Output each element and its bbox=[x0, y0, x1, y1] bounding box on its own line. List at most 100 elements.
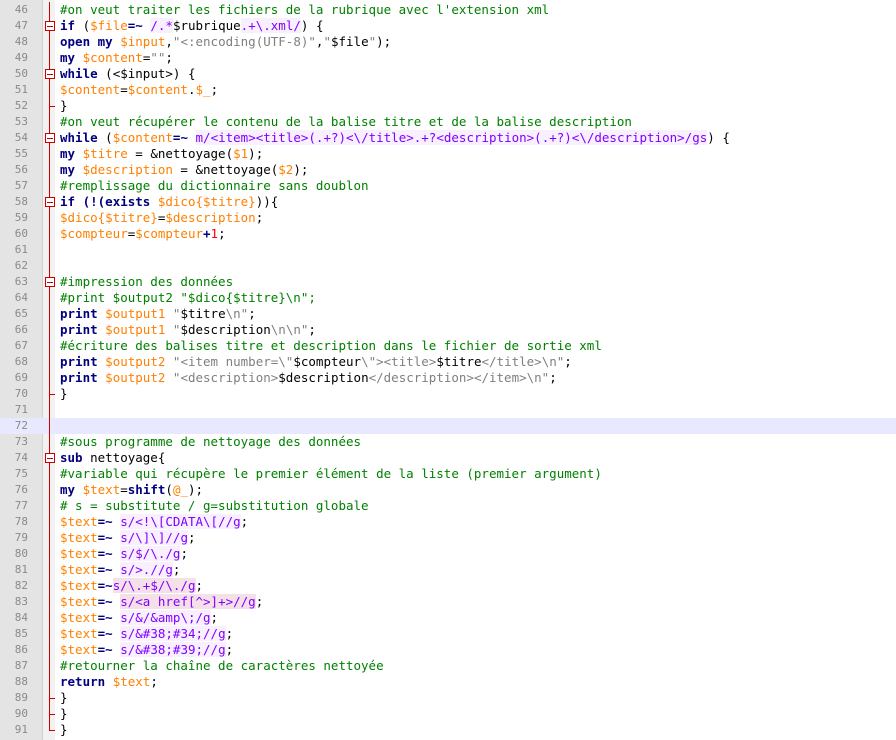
code-line[interactable]: 64 #print $output2 "$dico{$titre}\n"; bbox=[0, 290, 896, 306]
code-text[interactable]: $text=~ s/$/\./g; bbox=[60, 546, 188, 562]
code-text[interactable]: print $output2 "<description>$descriptio… bbox=[60, 370, 557, 386]
code-line[interactable]: 67 #écriture des balises titre et descrip… bbox=[0, 338, 896, 354]
code-line[interactable]: 55 my $titre = &nettoyage($1); bbox=[0, 146, 896, 162]
code-text[interactable]: $text=~ s/>.//g; bbox=[60, 562, 180, 578]
code-text[interactable]: my $text=shift(@_); bbox=[60, 482, 203, 498]
code-line[interactable]: 89} bbox=[0, 690, 896, 706]
code-text[interactable]: $content=$content.$_; bbox=[60, 82, 218, 98]
code-text[interactable]: } bbox=[60, 722, 68, 738]
code-text[interactable]: my $description = &nettoyage($2); bbox=[60, 162, 308, 178]
code-text[interactable]: $compteur=$compteur+1; bbox=[60, 226, 226, 242]
code-text[interactable]: if (!(exists $dico{$titre})){ bbox=[60, 194, 278, 210]
fold-toggle-icon[interactable] bbox=[45, 450, 56, 466]
code-line[interactable]: 58 if (!(exists $dico{$titre})){ bbox=[0, 194, 896, 210]
code-token: ) { bbox=[707, 130, 730, 145]
code-text[interactable]: #remplissage du dictionnaire sans doublo… bbox=[60, 178, 369, 194]
code-text[interactable]: $text=~ s/\]\]//g; bbox=[60, 530, 196, 546]
code-line[interactable]: 75 #variable qui récupère le premier élém… bbox=[0, 466, 896, 482]
code-text[interactable]: return $text; bbox=[60, 674, 158, 690]
code-line[interactable]: 78 $text=~ s/<!\[CDATA\[//g; bbox=[0, 514, 896, 530]
code-line[interactable]: 65 print $output1 "$titre\n"; bbox=[0, 306, 896, 322]
code-token: $input bbox=[120, 34, 166, 49]
code-line[interactable]: 52} bbox=[0, 98, 896, 114]
code-text[interactable]: #retourner la chaîne de caractères netto… bbox=[60, 658, 384, 674]
code-line[interactable]: 83 $text=~ s/<a href[^>]+>//g; bbox=[0, 594, 896, 610]
code-text[interactable]: if ($file=~ /.*$rubrique.+\.xml/) { bbox=[60, 18, 323, 34]
code-text[interactable]: print $output1 "$titre\n"; bbox=[60, 306, 256, 322]
code-line[interactable]: 59 $dico{$titre}=$description; bbox=[0, 210, 896, 226]
code-line[interactable]: 70} bbox=[0, 386, 896, 402]
code-line[interactable]: 90} bbox=[0, 706, 896, 722]
code-line[interactable]: 85 $text=~ s/&#38;#34;//g; bbox=[0, 626, 896, 642]
code-line[interactable]: 48 open my $input,"<:encoding(UTF-8)","$f… bbox=[0, 34, 896, 50]
code-text[interactable]: while ($content=~ m/<item><title>(.+?)<\… bbox=[60, 130, 730, 146]
code-line[interactable]: 88 return $text; bbox=[0, 674, 896, 690]
fold-toggle-icon[interactable] bbox=[45, 66, 56, 82]
code-text[interactable]: #sous programme de nettoyage des données bbox=[60, 434, 361, 450]
fold-toggle-icon[interactable] bbox=[45, 274, 56, 290]
code-line[interactable]: 63 #impression des données bbox=[0, 274, 896, 290]
code-line[interactable]: 84 $text=~ s/&/&amp\;/g; bbox=[0, 610, 896, 626]
code-line[interactable]: 69 print $output2 "<description>$descript… bbox=[0, 370, 896, 386]
code-line[interactable]: 74 sub nettoyage{ bbox=[0, 450, 896, 466]
code-line[interactable]: 51 $content=$content.$_; bbox=[0, 82, 896, 98]
code-line[interactable]: 60 $compteur=$compteur+1; bbox=[0, 226, 896, 242]
fold-toggle-icon[interactable] bbox=[45, 130, 56, 146]
code-text[interactable]: while (<$input>) { bbox=[60, 66, 195, 82]
code-text[interactable]: #on veut traiter les fichiers de la rubr… bbox=[60, 2, 549, 18]
code-text[interactable]: $text=~ s/&#38;#34;//g; bbox=[60, 626, 233, 642]
code-editor[interactable]: 46 #on veut traiter les fichiers de la ru… bbox=[0, 0, 896, 740]
code-line[interactable]: 54 while ($content=~ m/<item><title>(.+?)… bbox=[0, 130, 896, 146]
code-token: =~ bbox=[127, 18, 143, 33]
code-text[interactable]: # s = substitute / g=substitution global… bbox=[60, 498, 369, 514]
code-text[interactable]: #print $output2 "$dico{$titre}\n"; bbox=[60, 290, 316, 306]
code-line[interactable]: 68 print $output2 "<item number=\"$compte… bbox=[0, 354, 896, 370]
fold-toggle-icon[interactable] bbox=[45, 194, 56, 210]
code-line[interactable]: 87 #retourner la chaîne de caractères net… bbox=[0, 658, 896, 674]
code-text[interactable]: my $titre = &nettoyage($1); bbox=[60, 146, 263, 162]
code-line[interactable]: 57 #remplissage du dictionnaire sans doub… bbox=[0, 178, 896, 194]
code-line[interactable]: 81 $text=~ s/>.//g; bbox=[0, 562, 896, 578]
code-line[interactable]: 47 if ($file=~ /.*$rubrique.+\.xml/) { bbox=[0, 18, 896, 34]
fold-toggle-icon[interactable] bbox=[45, 18, 56, 34]
code-line[interactable]: 72 bbox=[0, 418, 896, 434]
code-text[interactable]: #impression des données bbox=[60, 274, 233, 290]
code-text[interactable]: #on veut récupérer le contenu de la bali… bbox=[60, 114, 632, 130]
code-text[interactable]: print $output2 "<item number=\"$compteur… bbox=[60, 354, 572, 370]
code-line[interactable]: 56 my $description = &nettoyage($2); bbox=[0, 162, 896, 178]
code-line[interactable]: 62 bbox=[0, 258, 896, 274]
code-text[interactable]: $text=~ s/<!\[CDATA\[//g; bbox=[60, 514, 248, 530]
code-line[interactable]: 66 print $output1 "$description\n\n"; bbox=[0, 322, 896, 338]
code-text[interactable]: my $content=""; bbox=[60, 50, 173, 66]
code-line[interactable]: 80 $text=~ s/$/\./g; bbox=[0, 546, 896, 562]
code-text[interactable]: open my $input,"<:encoding(UTF-8)","$fil… bbox=[60, 34, 391, 50]
code-line[interactable]: 82 $text=~s/\.+$/\./g; bbox=[0, 578, 896, 594]
code-line[interactable]: 71 bbox=[0, 402, 896, 418]
code-text[interactable]: print $output1 "$description\n\n"; bbox=[60, 322, 316, 338]
code-text[interactable]: sub nettoyage{ bbox=[60, 450, 165, 466]
code-text[interactable]: #écriture des balises titre et descripti… bbox=[60, 338, 602, 354]
code-text[interactable]: } bbox=[60, 386, 68, 402]
code-text[interactable]: } bbox=[60, 690, 68, 706]
code-line[interactable]: 73 #sous programme de nettoyage des donné… bbox=[0, 434, 896, 450]
code-line[interactable]: 76 my $text=shift(@_); bbox=[0, 482, 896, 498]
code-line[interactable]: 53 #on veut récupérer le contenu de la ba… bbox=[0, 114, 896, 130]
code-line[interactable]: 86 $text=~ s/&#38;#39;//g; bbox=[0, 642, 896, 658]
code-line[interactable]: 61 bbox=[0, 242, 896, 258]
code-text[interactable]: $dico{$titre}=$description; bbox=[60, 210, 263, 226]
code-token: $description bbox=[165, 210, 256, 225]
code-line[interactable]: 77 # s = substitute / g=substitution glob… bbox=[0, 498, 896, 514]
code-line[interactable]: 91} bbox=[0, 722, 896, 738]
code-line[interactable]: 79 $text=~ s/\]\]//g; bbox=[0, 530, 896, 546]
code-text[interactable]: $text=~s/\.+$/\./g; bbox=[60, 578, 203, 594]
code-line[interactable]: 50 while (<$input>) { bbox=[0, 66, 896, 82]
code-text[interactable]: } bbox=[60, 706, 68, 722]
code-line[interactable]: 46 #on veut traiter les fichiers de la ru… bbox=[0, 2, 896, 18]
code-text[interactable]: $text=~ s/<a href[^>]+>//g; bbox=[60, 594, 263, 610]
code-text[interactable]: } bbox=[60, 98, 68, 114]
code-line[interactable]: 49 my $content=""; bbox=[0, 50, 896, 66]
code-text[interactable]: #variable qui récupère le premier élémen… bbox=[60, 466, 602, 482]
code-text[interactable]: $text=~ s/&/&amp\;/g; bbox=[60, 610, 218, 626]
code-text[interactable]: $text=~ s/&#38;#39;//g; bbox=[60, 642, 233, 658]
code-lines[interactable]: 46 #on veut traiter les fichiers de la ru… bbox=[0, 2, 896, 738]
